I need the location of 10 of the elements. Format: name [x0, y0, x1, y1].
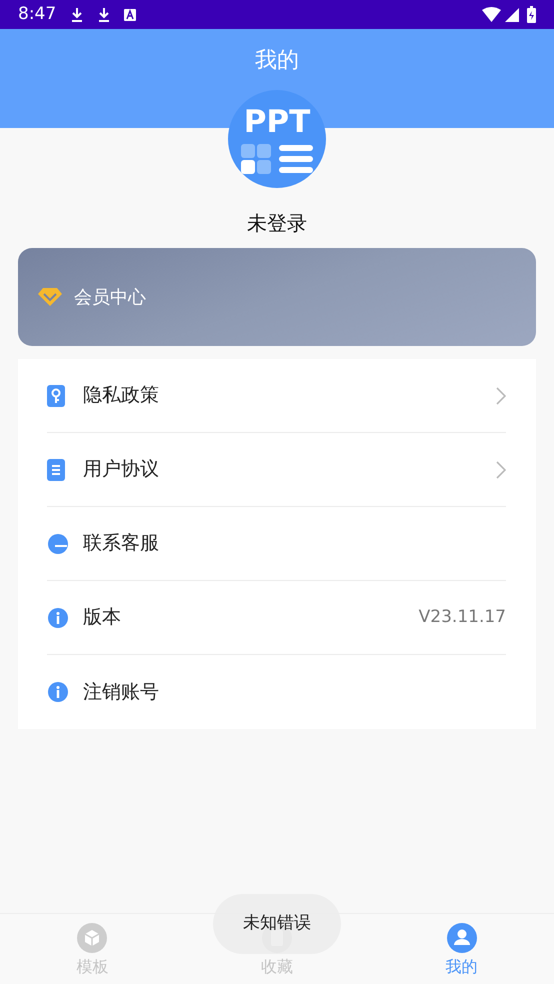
menu-item[interactable]: 注销账号: [47, 655, 506, 729]
username: 未登录: [246, 210, 308, 237]
menu-item[interactable]: 用户协议: [47, 433, 506, 507]
menu-item[interactable]: 隐私政策: [47, 359, 506, 433]
menu-item[interactable]: 联系客服: [47, 507, 506, 581]
error-toast: 未知错误: [213, 894, 341, 954]
page-title: 我的: [254, 47, 300, 75]
member-label: 会员中心: [74, 286, 146, 310]
menu-item[interactable]: 版本 V23.11.17: [47, 581, 506, 655]
status-time: 8:47: [18, 2, 56, 26]
